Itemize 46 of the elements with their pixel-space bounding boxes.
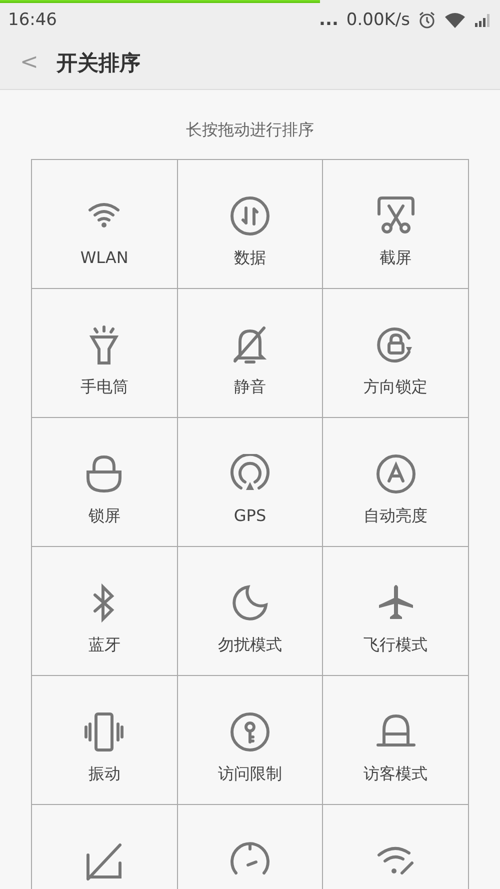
tile-label: 飞行模式: [364, 635, 428, 656]
toggle-tile[interactable]: 数据: [178, 160, 324, 289]
tile-label: 静音: [234, 377, 266, 398]
letter-circle-icon: [376, 454, 416, 494]
scissors-icon: [376, 196, 416, 236]
tile-label: 蓝牙: [88, 635, 120, 656]
toggle-tile[interactable]: 蓝牙: [32, 547, 178, 676]
padlock-icon: [84, 454, 124, 494]
tile-label: 截屏: [380, 248, 412, 269]
wifi-icon: [444, 12, 466, 28]
key-circle-icon: [230, 712, 270, 752]
toggle-tile[interactable]: 截屏: [323, 160, 469, 289]
tile-label: GPS: [234, 506, 266, 525]
toggle-tile[interactable]: 飞行模式: [323, 547, 469, 676]
toggle-tile[interactable]: 振动: [32, 676, 178, 805]
tile-label: 锁屏: [88, 506, 120, 527]
toggle-tile[interactable]: 自动亮度: [323, 418, 469, 547]
toggle-tile[interactable]: 锁屏: [32, 418, 178, 547]
toggle-tile[interactable]: 手电筒: [32, 289, 178, 418]
clock: 16:46: [8, 10, 57, 30]
tile-label: 手电筒: [80, 377, 128, 398]
signal-off-icon: [84, 841, 124, 881]
page-title: 开关排序: [56, 50, 140, 76]
toggle-tile[interactable]: 访问限制: [178, 676, 324, 805]
toggle-tile[interactable]: 静音: [178, 289, 324, 418]
toggle-tile[interactable]: WLAN: [32, 160, 178, 289]
tile-label: 访客模式: [364, 764, 428, 785]
tile-label: 自动亮度: [364, 506, 428, 527]
phone-vibrate-icon: [84, 712, 124, 752]
arrows-circle-icon: [230, 196, 270, 236]
tile-label: 访问限制: [218, 764, 282, 785]
network-speed: 0.00K/s: [346, 10, 410, 30]
moon-icon: [230, 583, 270, 623]
tile-label: WLAN: [80, 248, 128, 267]
tile-label: 勿扰模式: [218, 635, 282, 656]
tile-label: 方向锁定: [364, 377, 428, 398]
alarm-icon: [418, 10, 436, 28]
sort-hint: 长按拖动进行排序: [186, 120, 314, 139]
tile-label: 振动: [88, 764, 120, 785]
toggle-tile[interactable]: GPS: [178, 418, 324, 547]
toggle-tile[interactable]: 方向锁定: [323, 289, 469, 418]
tile-label: 数据: [234, 248, 266, 269]
toggle-tile[interactable]: 访客模式: [323, 676, 469, 805]
signal-icon: [474, 12, 492, 28]
toggle-tile[interactable]: 勿扰模式: [178, 547, 324, 676]
more-dots: ...: [319, 10, 338, 30]
